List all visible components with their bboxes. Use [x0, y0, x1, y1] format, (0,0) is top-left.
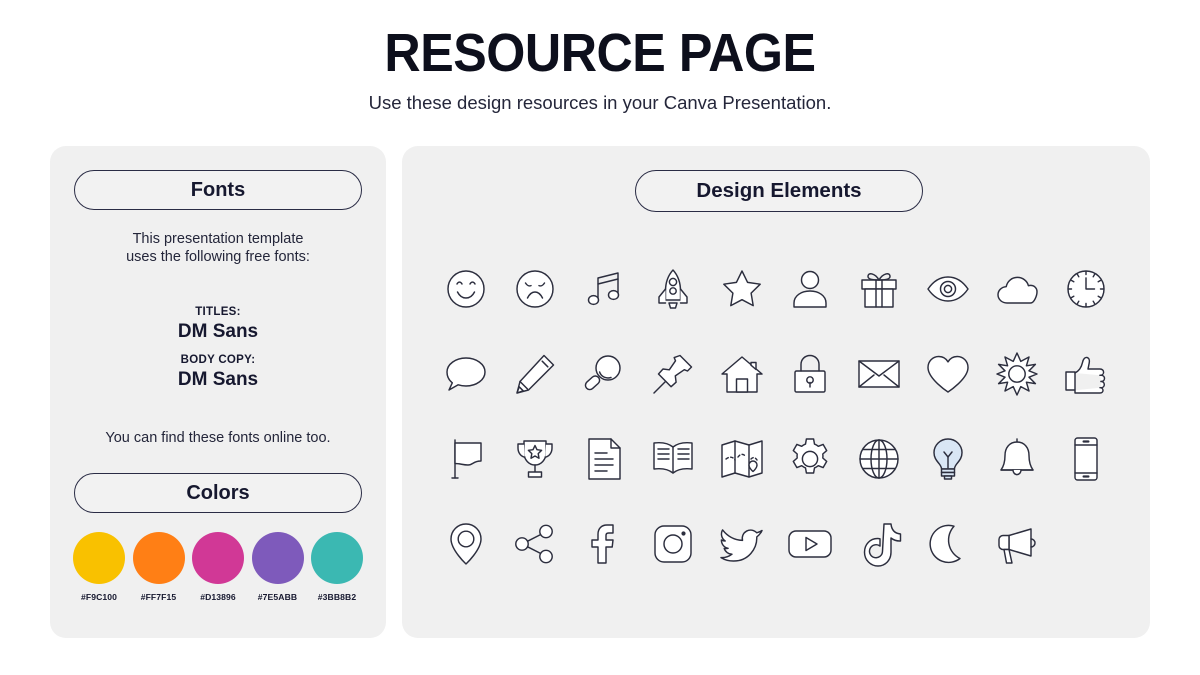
color-swatch-yellow[interactable]: #F9C100: [72, 532, 126, 602]
magnifying-glass-icon[interactable]: [576, 346, 632, 402]
color-swatch-dot: [251, 532, 304, 584]
speech-bubble-icon[interactable]: [438, 346, 494, 402]
color-swatch-dot: [132, 532, 185, 584]
body-font-value: DM Sans: [177, 369, 259, 390]
page-subtitle: Use these design resources in your Canva…: [368, 92, 832, 113]
color-swatch-orange[interactable]: #FF7F15: [132, 532, 186, 602]
color-swatch-hex-label: #D13896: [200, 592, 236, 602]
color-swatch-hex-label: #3BB8B2: [317, 592, 357, 602]
pencil-icon[interactable]: [507, 346, 563, 402]
moon-icon[interactable]: [920, 516, 976, 572]
page-header: RESOURCE PAGE Use these design resources…: [0, 22, 1200, 116]
youtube-icon[interactable]: [782, 516, 838, 572]
fonts-heading-label: Fonts: [190, 178, 246, 201]
eye-icon[interactable]: [920, 261, 976, 317]
titles-font-label: TITLES:: [195, 306, 241, 318]
push-pin-icon[interactable]: [645, 346, 701, 402]
titles-font-value: DM Sans: [177, 321, 259, 342]
clock-icon[interactable]: [1058, 261, 1114, 317]
globe-icon[interactable]: [851, 431, 907, 487]
heart-icon[interactable]: [920, 346, 976, 402]
bell-icon[interactable]: [989, 431, 1045, 487]
design-elements-heading-pill[interactable]: Design Elements: [635, 170, 923, 212]
sad-face-icon[interactable]: [507, 261, 563, 317]
rocket-icon[interactable]: [645, 261, 701, 317]
color-swatch-row: #F9C100 #FF7F15 #D13896 #7E5ABB #3BB8B2: [72, 532, 364, 602]
house-icon[interactable]: [714, 346, 770, 402]
cloud-icon[interactable]: [989, 261, 1045, 317]
tiktok-icon[interactable]: [851, 516, 907, 572]
color-swatch-hex-label: #FF7F15: [140, 592, 177, 602]
twitter-icon[interactable]: [714, 516, 770, 572]
sun-icon[interactable]: [989, 346, 1045, 402]
trophy-icon[interactable]: [507, 431, 563, 487]
map-icon[interactable]: [714, 431, 770, 487]
star-icon[interactable]: [714, 261, 770, 317]
color-swatch-purple[interactable]: #7E5ABB: [251, 532, 305, 602]
colors-heading-label: Colors: [186, 481, 250, 504]
facebook-icon[interactable]: [576, 516, 632, 572]
color-swatch-hex-label: #7E5ABB: [257, 592, 298, 602]
resource-page-slide: RESOURCE PAGE Use these design resources…: [0, 0, 1200, 675]
colors-heading-pill[interactable]: Colors: [74, 473, 362, 513]
user-icon[interactable]: [782, 261, 838, 317]
thumbs-up-icon[interactable]: [1058, 346, 1114, 402]
titles-font-block: TITLES: DM Sans: [50, 305, 386, 343]
instagram-icon[interactable]: [645, 516, 701, 572]
body-font-block: BODY COPY: DM Sans: [50, 353, 386, 391]
megaphone-icon[interactable]: [989, 516, 1045, 572]
lightbulb-icon[interactable]: [920, 431, 976, 487]
body-font-label: BODY COPY:: [180, 354, 256, 366]
music-note-icon[interactable]: [576, 261, 632, 317]
color-swatch-dot: [311, 532, 363, 584]
fonts-heading-pill[interactable]: Fonts: [74, 170, 362, 210]
color-swatch-hex-label: #F9C100: [80, 592, 118, 602]
fonts-intro-text: This presentation template uses the foll…: [50, 230, 386, 266]
envelope-icon[interactable]: [851, 346, 907, 402]
fonts-intro-line-2: uses the following free fonts:: [126, 249, 310, 265]
design-elements-panel: Design Elements: [402, 146, 1150, 638]
fonts-intro-line-1: This presentation template: [132, 231, 304, 247]
document-icon[interactable]: [576, 431, 632, 487]
color-swatch-magenta[interactable]: #D13896: [191, 532, 245, 602]
location-pin-icon[interactable]: [438, 516, 494, 572]
flag-icon[interactable]: [438, 431, 494, 487]
gift-icon[interactable]: [851, 261, 907, 317]
color-swatch-dot: [192, 532, 244, 584]
open-book-icon[interactable]: [645, 431, 701, 487]
color-swatch-teal[interactable]: #3BB8B2: [310, 532, 364, 602]
page-title: RESOURCE PAGE: [384, 23, 816, 83]
fonts-and-colors-panel: Fonts This presentation template uses th…: [50, 146, 386, 638]
gear-icon[interactable]: [782, 431, 838, 487]
share-icon[interactable]: [507, 516, 563, 572]
design-elements-icon-grid: [432, 246, 1120, 586]
design-elements-heading-label: Design Elements: [696, 179, 862, 202]
smartphone-icon[interactable]: [1058, 431, 1114, 487]
padlock-icon[interactable]: [782, 346, 838, 402]
color-swatch-dot: [73, 532, 125, 584]
smiley-face-icon[interactable]: [438, 261, 494, 317]
fonts-online-note: You can find these fonts online too.: [105, 430, 331, 446]
